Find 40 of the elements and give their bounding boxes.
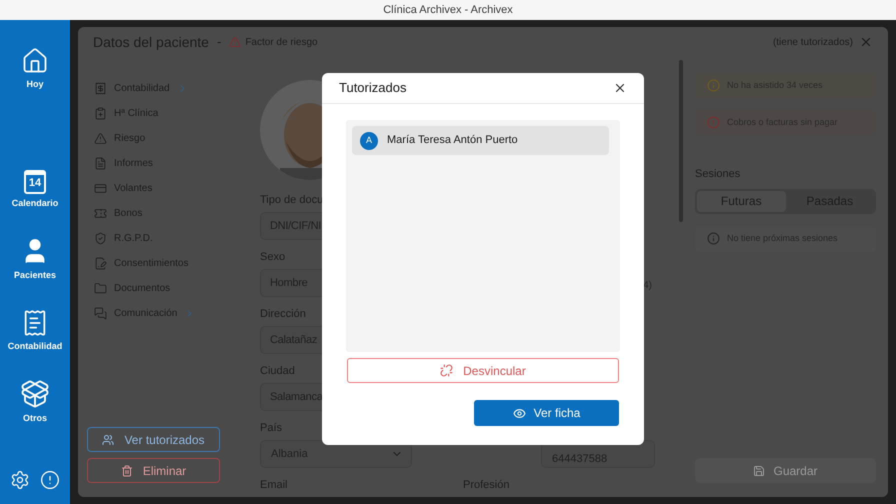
signature-icon	[94, 257, 107, 270]
nav-item[interactable]: 14 Calendario	[12, 170, 58, 210]
tutored-button[interactable]: Ver tutorizados	[87, 427, 220, 452]
home-icon	[21, 47, 49, 75]
tutored-item[interactable]: A María Teresa Antón Puerto	[352, 126, 609, 155]
window-title: Clínica Archivex - Archivex	[383, 2, 513, 18]
trash-icon	[120, 464, 133, 476]
dialog-title: Tutorizados	[339, 79, 406, 98]
chat-icon	[94, 307, 107, 320]
info-icon	[707, 232, 720, 245]
info-icon[interactable]	[40, 470, 60, 490]
delete-button[interactable]: Eliminar	[87, 458, 220, 483]
eye-icon	[512, 406, 526, 420]
alert-icon	[707, 116, 720, 129]
warning-icon	[229, 36, 242, 48]
card-icon	[94, 182, 107, 195]
nav-item[interactable]: Pacientes	[14, 236, 56, 282]
warning-icon	[94, 132, 107, 145]
nav-item[interactable]: Otros	[20, 379, 50, 426]
close-icon[interactable]	[613, 81, 627, 95]
view-button[interactable]: Ver ficha	[474, 400, 619, 426]
avatar: A	[360, 132, 378, 150]
unlink-button[interactable]: Desvincular	[347, 358, 619, 383]
calendar-day: 14	[28, 178, 42, 188]
info-icon	[707, 79, 720, 92]
tutored-name: María Teresa Antón Puerto	[387, 133, 518, 148]
nav-item[interactable]: Hoy	[21, 47, 49, 92]
shield-icon	[94, 232, 107, 245]
save-icon	[753, 464, 766, 476]
ticket-icon	[94, 207, 107, 220]
settings-icon[interactable]	[10, 470, 30, 490]
title-separator: -	[216, 33, 222, 52]
document-icon	[94, 157, 107, 170]
unlink-icon	[440, 364, 454, 377]
folder-icon	[94, 282, 107, 295]
receipt-icon	[94, 82, 107, 95]
nav-item[interactable]: Contabilidad	[8, 308, 62, 353]
box-icon	[20, 379, 50, 409]
people-icon	[102, 434, 114, 446]
clipboard-icon	[94, 107, 107, 120]
